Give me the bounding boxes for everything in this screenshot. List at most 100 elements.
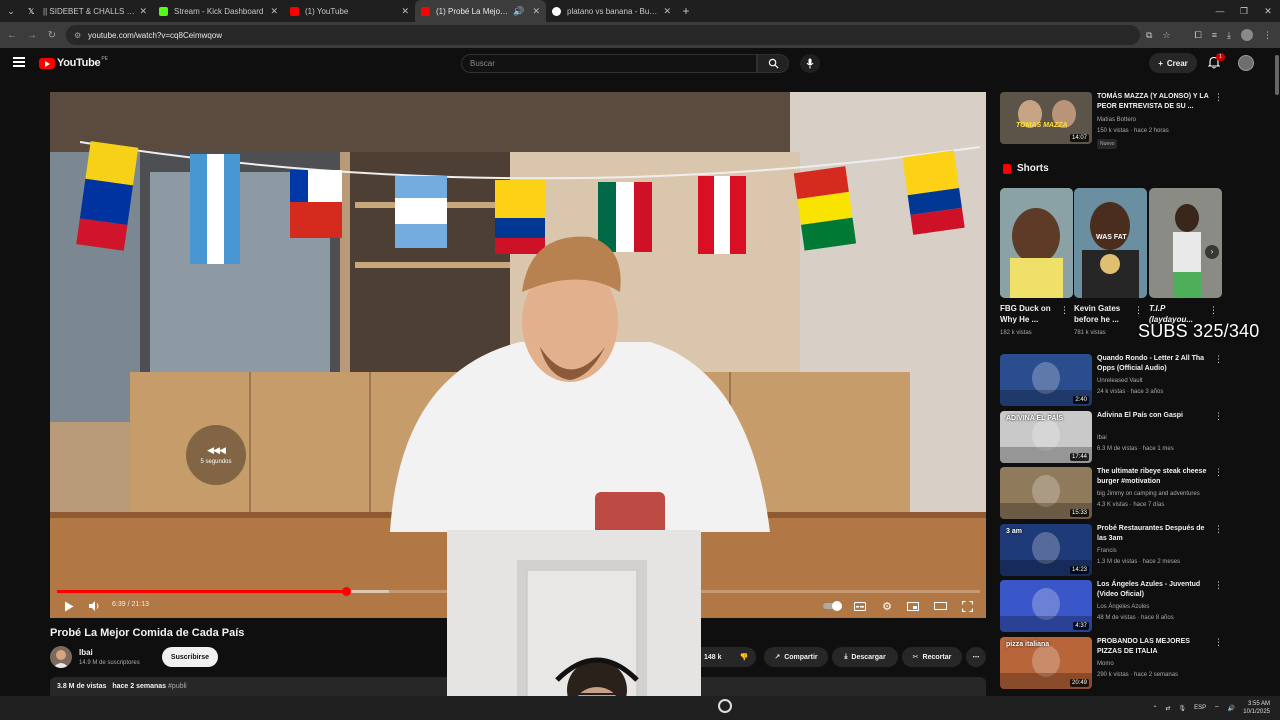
more-vert-icon[interactable]: ⋮ xyxy=(1209,305,1218,316)
subtitles-button[interactable] xyxy=(853,596,867,616)
browser-profile-avatar[interactable] xyxy=(1241,29,1253,41)
short-title[interactable]: Kevin Gates before he ... xyxy=(1074,303,1134,325)
scrubber-handle[interactable] xyxy=(341,587,351,596)
related-video-channel[interactable]: Francis xyxy=(1097,548,1117,554)
wifi-icon[interactable]: ⌔ xyxy=(1214,704,1220,712)
more-vert-icon[interactable]: ⋮ xyxy=(1214,354,1223,365)
network-icon[interactable]: ⇄ xyxy=(1166,705,1171,712)
browser-tab-active[interactable]: (1) Probé La Mejor Comida 🔊 ✕ xyxy=(415,0,546,22)
channel-avatar[interactable] xyxy=(50,646,72,668)
browser-tab[interactable]: 𝕏 || SIDEBET & CHALLS LATAM PI ✕ xyxy=(22,0,153,22)
install-app-icon[interactable]: ⧉ xyxy=(1146,30,1152,41)
related-video-item[interactable]: 15:33 The ultimate ribeye steak cheese bu… xyxy=(1000,467,1223,519)
media-control-icon[interactable]: ≡ xyxy=(1212,30,1217,40)
related-video-title[interactable]: The ultimate ribeye steak cheese burger … xyxy=(1097,467,1209,487)
scrollbar-thumb[interactable] xyxy=(1275,55,1279,95)
next-shorts-icon[interactable]: › xyxy=(1205,245,1219,259)
youtube-logo[interactable]: YouTube PE xyxy=(39,56,108,69)
related-video-channel[interactable]: Matías Bottero xyxy=(1097,117,1136,123)
close-tab-icon[interactable]: ✕ xyxy=(663,6,671,17)
related-video-channel[interactable]: Unreleased Vault xyxy=(1097,378,1143,384)
download-button[interactable]: ⤓ Descargar xyxy=(832,647,898,667)
subscribe-button[interactable]: Suscribirse xyxy=(162,647,218,667)
play-button[interactable] xyxy=(62,596,76,616)
like-count[interactable]: 148 k xyxy=(704,654,722,661)
video-thumbnail[interactable]: 2:40 xyxy=(1000,354,1092,406)
close-tab-icon[interactable]: ✕ xyxy=(401,6,409,17)
search-button[interactable] xyxy=(757,54,789,73)
more-vert-icon[interactable]: ⋮ xyxy=(1134,305,1143,316)
short-thumbnail[interactable]: › xyxy=(1149,188,1222,298)
browser-tab[interactable]: Stream - Kick Dashboard ✕ xyxy=(153,0,284,22)
related-video-title[interactable]: TOMÁS MAZZA (Y ALONSO) Y LA PEOR ENTREVI… xyxy=(1097,92,1209,112)
maximize-icon[interactable]: ❐ xyxy=(1232,0,1256,22)
close-window-icon[interactable]: ✕ xyxy=(1256,0,1280,22)
back-icon[interactable]: ← xyxy=(2,30,22,41)
more-vert-icon[interactable]: ⋮ xyxy=(1214,580,1223,591)
channel-name[interactable]: Ibai xyxy=(79,648,93,657)
related-video-item[interactable]: 4:37 Los Ángeles Azules - Juventud (Video… xyxy=(1000,580,1223,632)
video-thumbnail[interactable]: ADIVINA EL PAÍS 17:44 xyxy=(1000,411,1092,463)
more-vert-icon[interactable]: ⋮ xyxy=(1214,92,1223,103)
chevron-up-icon[interactable]: ⌃ xyxy=(1152,705,1157,712)
video-thumbnail[interactable]: 15:33 xyxy=(1000,467,1092,519)
related-video-title[interactable]: PROBANDO LAS MEJORES PIZZAS DE ITALIA xyxy=(1097,637,1209,657)
related-video-channel[interactable]: big Jimmy on camping and adventures xyxy=(1097,491,1200,497)
close-tab-icon[interactable]: ✕ xyxy=(532,6,540,17)
bookmark-star-icon[interactable]: ☆ xyxy=(1162,30,1170,41)
extensions-icon[interactable]: ⧠ xyxy=(1195,30,1202,41)
related-video-channel[interactable]: Momo xyxy=(1097,661,1114,667)
close-tab-icon[interactable]: ✕ xyxy=(270,6,278,17)
more-vert-icon[interactable]: ⋮ xyxy=(1214,411,1223,422)
close-tab-icon[interactable]: ✕ xyxy=(139,6,147,17)
tab-search-button[interactable]: ⌄ xyxy=(0,0,22,22)
video-thumbnail[interactable]: 3 am 14:23 xyxy=(1000,524,1092,576)
video-thumbnail[interactable]: 4:37 xyxy=(1000,580,1092,632)
speaker-icon[interactable]: 🔊 xyxy=(1228,705,1235,712)
search-input[interactable]: Buscar xyxy=(461,54,757,73)
browser-tab[interactable]: platano vs banana - Buscar co ✕ xyxy=(546,0,677,22)
related-video-title[interactable]: Los Ángeles Azules - Juventud (Video Ofi… xyxy=(1097,580,1209,600)
dislike-icon[interactable]: 👎 xyxy=(740,653,749,661)
hashtag-link[interactable]: #publi xyxy=(168,683,187,690)
forward-icon[interactable]: → xyxy=(22,30,42,41)
video-thumbnail[interactable]: TOMAS MAZZA 14:07 xyxy=(1000,92,1092,144)
related-video-title[interactable]: Probé Restaurantes Después de las 3am xyxy=(1097,524,1209,544)
fullscreen-button[interactable] xyxy=(960,596,974,616)
share-button[interactable]: ↗ Compartir xyxy=(764,647,828,667)
more-vert-icon[interactable]: ⋮ xyxy=(1060,305,1069,316)
more-vert-icon[interactable]: ⋮ xyxy=(1214,524,1223,535)
browser-tab[interactable]: (1) YouTube ✕ xyxy=(284,0,415,22)
related-video-title[interactable]: Quando Rondo - Letter 2 All Tha Opps (Of… xyxy=(1097,354,1209,374)
browser-menu-icon[interactable]: ⋮ xyxy=(1263,30,1272,41)
related-video-item[interactable]: TOMAS MAZZA 14:07 TOMÁS MAZZA (Y ALONSO)… xyxy=(1000,92,1223,152)
related-video-item[interactable]: pizza italiana 20:49 PROBANDO LAS MEJORES … xyxy=(1000,637,1223,689)
speaker-icon[interactable]: 🔊 xyxy=(513,6,524,17)
voice-search-button[interactable] xyxy=(800,54,820,73)
obs-icon[interactable] xyxy=(718,699,732,713)
language-indicator[interactable]: ESP xyxy=(1194,705,1206,711)
address-bar[interactable]: ⚙ youtube.com/watch?v=cq8Ceimwqow xyxy=(66,25,1140,45)
short-title[interactable]: FBG Duck on Why He ... xyxy=(1000,303,1060,325)
system-clock[interactable]: 3:55 AM 10/1/2025 xyxy=(1243,700,1270,716)
volume-button[interactable] xyxy=(87,596,101,616)
related-video-title[interactable]: Adivina El País con Gaspi xyxy=(1097,411,1209,421)
theater-mode-button[interactable] xyxy=(933,596,947,616)
short-thumbnail[interactable]: WAS FAT xyxy=(1074,188,1147,298)
page-scrollbar[interactable] xyxy=(1274,55,1280,695)
more-vert-icon[interactable]: ⋮ xyxy=(1214,637,1223,648)
related-video-item[interactable]: 3 am 14:23 Probé Restaurantes Después de l… xyxy=(1000,524,1223,576)
related-video-channel[interactable]: Los Ángeles Azules xyxy=(1097,604,1149,610)
create-button[interactable]: + Crear xyxy=(1149,53,1197,73)
reload-icon[interactable]: ↻ xyxy=(42,30,62,41)
related-video-item[interactable]: ADIVINA EL PAÍS 17:44 Adivina El País con … xyxy=(1000,411,1223,463)
menu-icon[interactable] xyxy=(13,57,25,67)
related-video-channel[interactable]: Ibai xyxy=(1097,435,1107,441)
minimize-icon[interactable]: — xyxy=(1208,0,1232,22)
site-info-icon[interactable]: ⚙ xyxy=(74,31,84,40)
notifications-button[interactable]: 1 xyxy=(1207,53,1225,70)
more-vert-icon[interactable]: ⋮ xyxy=(1214,467,1223,478)
microphone-icon[interactable]: 🎙 xyxy=(1179,705,1187,712)
clip-button[interactable]: ✂ Recortar xyxy=(902,647,962,667)
video-thumbnail[interactable]: pizza italiana 20:49 xyxy=(1000,637,1092,689)
